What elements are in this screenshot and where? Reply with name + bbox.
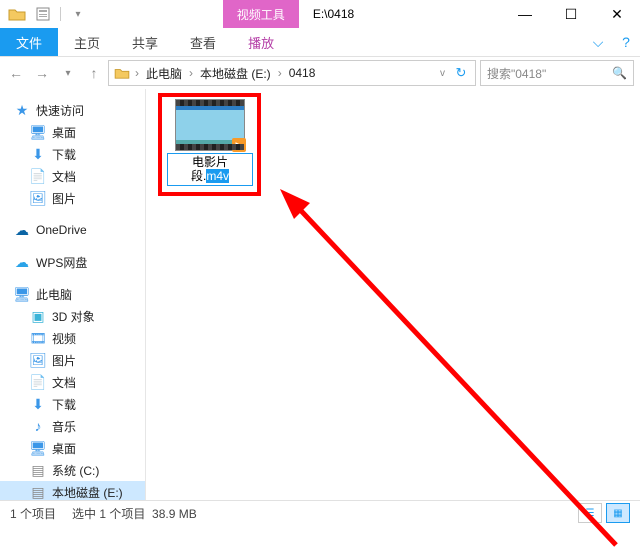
view-large-icons-button[interactable]: ▦ [606,503,630,523]
tree-downloads2[interactable]: ⬇下载 [0,393,145,415]
titlebar: ▾ 视频工具 E:\0418 — ☐ ✕ [0,0,640,28]
pictures-icon: 🖼 [30,352,46,368]
video-thumbnail-icon: ▶ [175,99,245,151]
address-dropdown-icon[interactable]: v [436,68,449,79]
breadcrumb-segment[interactable]: 0418 [286,66,319,80]
pc-icon: 🖥 [14,286,30,302]
nav-tree[interactable]: ★快速访问 🖥桌面 ⬇下载 📄文档 🖼图片 ☁OneDrive ☁WPS网盘 🖥… [0,89,146,500]
drive-icon: ▤ [30,462,46,478]
quick-access-toolbar: ▾ [0,0,89,28]
file-name-edit[interactable]: 电影片 段.m4v [167,153,253,186]
tree-pictures[interactable]: 🖼图片 [0,187,145,209]
music-icon: ♪ [30,418,46,434]
breadcrumb-segment[interactable]: 本地磁盘 (E:) [197,65,274,82]
pictures-icon: 🖼 [30,190,46,206]
ribbon-expand-icon[interactable]: ⌵ [584,28,612,56]
tab-file[interactable]: 文件 [0,28,58,56]
window-controls: — ☐ ✕ [502,0,640,28]
nav-forward-button[interactable]: → [32,65,52,81]
minimize-button[interactable]: — [502,0,548,28]
file-item[interactable]: ▶ 电影片 段.m4v [166,99,254,186]
tree-onedrive[interactable]: ☁OneDrive [0,219,145,241]
tree-desktop2[interactable]: 🖥桌面 [0,437,145,459]
tree-cdrive[interactable]: ▤系统 (C:) [0,459,145,481]
help-icon[interactable]: ? [612,28,640,56]
tree-videos[interactable]: 🎞视频 [0,327,145,349]
ribbon-tabs: 文件 主页 共享 查看 播放 ⌵ ? [0,28,640,57]
drive-icon: ▤ [30,484,46,500]
properties-icon[interactable] [32,4,54,24]
download-icon: ⬇ [30,396,46,412]
status-selection: 选中 1 个项目 38.9 MB [72,505,197,522]
download-icon: ⬇ [30,146,46,162]
context-tab-video[interactable]: 视频工具 [223,0,299,28]
qat-dropdown-icon[interactable]: ▾ [67,4,89,24]
explorer-window: ▾ 视频工具 E:\0418 — ☐ ✕ 文件 主页 共享 查看 播放 ⌵ ? … [0,0,640,525]
filename-selection: m4v [206,169,229,183]
folder-icon[interactable] [6,4,28,24]
tree-documents[interactable]: 📄文档 [0,165,145,187]
desktop-icon: 🖥 [30,124,46,140]
maximize-button[interactable]: ☐ [548,0,594,28]
tree-wps[interactable]: ☁WPS网盘 [0,251,145,273]
tree-thispc[interactable]: 🖥此电脑 [0,283,145,305]
nav-recent-dropdown[interactable]: ▾ [58,68,78,79]
tree-quick-access[interactable]: ★快速访问 [0,99,145,121]
window-title: E:\0418 [299,0,368,28]
document-icon: 📄 [30,374,46,390]
folder-icon [113,67,131,79]
video-icon: 🎞 [30,330,46,346]
refresh-icon[interactable]: ↻ [451,65,471,81]
search-icon: 🔍 [612,66,627,80]
chevron-right-icon[interactable]: › [187,66,195,80]
star-icon: ★ [14,102,30,118]
nav-back-button[interactable]: ← [6,65,26,81]
tree-music[interactable]: ♪音乐 [0,415,145,437]
tree-downloads[interactable]: ⬇下载 [0,143,145,165]
nav-up-button[interactable]: ↑ [84,65,104,81]
cube-icon: ▣ [30,308,46,324]
view-details-button[interactable]: ☰ [578,503,602,523]
annotation-arrow [236,185,636,555]
tab-home[interactable]: 主页 [58,28,116,56]
play-badge-icon: ▶ [232,138,246,152]
tree-documents2[interactable]: 📄文档 [0,371,145,393]
tab-share[interactable]: 共享 [116,28,174,56]
tree-edrive[interactable]: ▤本地磁盘 (E:) [0,481,145,500]
file-list[interactable]: ▶ 电影片 段.m4v [146,89,640,500]
breadcrumb-segment[interactable]: 此电脑 [143,65,185,82]
search-input[interactable]: 搜索"0418" 🔍 [480,60,634,86]
chevron-right-icon[interactable]: › [276,66,284,80]
chevron-right-icon[interactable]: › [133,66,141,80]
document-icon: 📄 [30,168,46,184]
body: ★快速访问 🖥桌面 ⬇下载 📄文档 🖼图片 ☁OneDrive ☁WPS网盘 🖥… [0,89,640,500]
tab-play[interactable]: 播放 [232,28,290,56]
desktop-icon: 🖥 [30,440,46,456]
status-bar: 1 个项目 选中 1 个项目 38.9 MB ☰ ▦ [0,500,640,525]
onedrive-icon: ☁ [14,222,30,238]
address-bar-row: ← → ▾ ↑ › 此电脑 › 本地磁盘 (E:) › 0418 v ↻ 搜索"… [0,57,640,89]
status-item-count: 1 个项目 [10,505,56,522]
close-button[interactable]: ✕ [594,0,640,28]
cloud-icon: ☁ [14,254,30,270]
search-placeholder: 搜索"0418" [487,65,546,82]
tree-pictures2[interactable]: 🖼图片 [0,349,145,371]
tab-view[interactable]: 查看 [174,28,232,56]
tree-desktop[interactable]: 🖥桌面 [0,121,145,143]
address-bar[interactable]: › 此电脑 › 本地磁盘 (E:) › 0418 v ↻ [108,60,476,86]
tree-3d[interactable]: ▣3D 对象 [0,305,145,327]
